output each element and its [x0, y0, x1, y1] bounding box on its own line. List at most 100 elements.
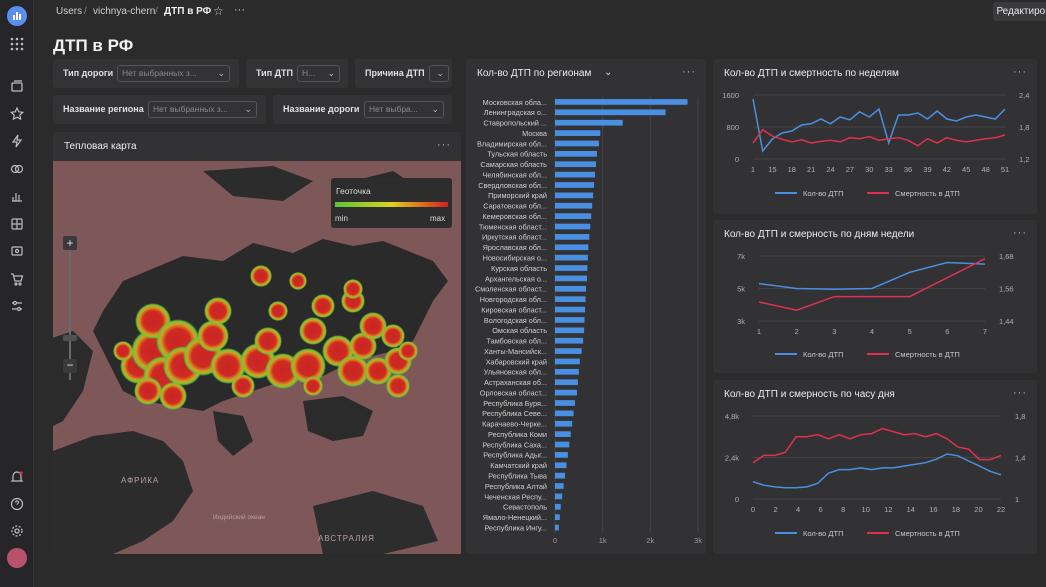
collections-icon[interactable] — [9, 80, 25, 96]
filter-label: Название региона — [63, 104, 144, 114]
category-label: Архангельская о... — [485, 274, 547, 283]
legend-gradient — [335, 202, 448, 207]
bar — [555, 296, 586, 303]
dashboards-icon[interactable] — [9, 217, 25, 233]
filter-label: Тип ДТП — [256, 68, 294, 78]
category-label: Республика Коми — [488, 430, 547, 439]
x-tick-label: 2 — [795, 327, 799, 336]
hours-line-chart: 0 2,4k 4,8k 1 1,4 1,8 0 2 4 6 8 10 12 14 16 18 20 22 Кол-в… — [725, 412, 1026, 538]
legend-label: Кол-во ДТП — [803, 189, 843, 198]
gear-icon[interactable] — [9, 524, 25, 540]
lightning-icon[interactable] — [9, 134, 25, 150]
bar — [555, 524, 559, 531]
filter-road-type: Тип дороги Нет выбранных з... ⌄ — [53, 59, 239, 88]
x-tick-label: 39 — [923, 165, 931, 174]
x-tick-label: 33 — [885, 165, 893, 174]
zoom-slider-handle[interactable] — [63, 335, 77, 341]
chevron-down-icon: ⌄ — [217, 68, 225, 78]
bar — [555, 202, 593, 209]
more-menu-icon[interactable]: ··· — [437, 139, 451, 151]
category-label: Московская обла... — [483, 98, 547, 107]
y-right-tick-label: 1 — [1015, 495, 1019, 504]
category-label: Приморский край — [488, 191, 547, 200]
bar — [555, 150, 597, 157]
zoom-out-button[interactable]: − — [63, 359, 77, 373]
bar — [555, 119, 623, 126]
filter-select[interactable]: Н... ⌄ — [297, 65, 340, 82]
filter-placeholder: Нет выбранных з... — [153, 104, 228, 114]
x-tick-label: 6 — [819, 505, 823, 514]
category-label: Вологодская обл... — [484, 316, 547, 325]
left-sidebar — [0, 0, 34, 587]
bar — [555, 140, 599, 147]
zoom-in-button[interactable]: + — [63, 236, 77, 250]
filter-select[interactable]: Нет выбранных з... ⌄ — [148, 101, 257, 118]
avatar[interactable] — [7, 548, 27, 568]
help-icon[interactable] — [9, 497, 25, 513]
filter-select[interactable]: ⌄ — [429, 65, 449, 82]
charts-icon[interactable] — [9, 189, 25, 205]
filter-select[interactable]: Нет выбра... ⌄ — [364, 101, 444, 118]
x-tick-label: 3k — [694, 536, 702, 545]
x-tick-label: 0 — [553, 536, 557, 545]
breadcrumb-users[interactable]: Users — [56, 6, 82, 17]
category-label: Кемеровская обл... — [482, 212, 547, 221]
regions-chart-panel: Кол-во ДТП по регионам ⌄ ··· 0 1k 2k 3k Моск… — [466, 59, 706, 554]
x-tick-label: 4 — [870, 327, 874, 336]
category-label: Смоленская област... — [475, 285, 547, 294]
category-label: Новосибирская о... — [483, 254, 547, 263]
chevron-down-icon: ⌄ — [244, 104, 252, 114]
x-tick-label: 51 — [1001, 165, 1009, 174]
datalens-logo-icon[interactable] — [7, 6, 27, 26]
bar — [555, 161, 596, 168]
x-tick-label: 5 — [908, 327, 912, 336]
bar — [555, 337, 584, 344]
category-label: Иркутская област... — [482, 233, 547, 242]
apps-grid-icon[interactable] — [9, 37, 25, 53]
notifications-bell-icon[interactable] — [9, 470, 25, 486]
bar — [555, 317, 585, 323]
map-label-indian-ocean: Индийский океан — [213, 513, 265, 521]
favorites-star-icon[interactable] — [9, 106, 25, 123]
datasets-icon[interactable] — [9, 244, 25, 260]
y-left-tick-label: 3k — [737, 317, 745, 326]
page-title: ДТП в РФ — [53, 36, 134, 55]
bar — [555, 285, 586, 292]
category-label: Курская область — [491, 264, 547, 273]
weeks-line-chart: 0 800 1600 1,2 1,8 2,4 1 15 18 21 24 27 30 33 36 39 42 45… — [722, 91, 1029, 198]
x-tick-label: 8 — [841, 505, 845, 514]
bar — [555, 130, 601, 136]
x-tick-label: 36 — [904, 165, 912, 174]
filter-select[interactable]: Нет выбранных з... ⌄ — [117, 65, 230, 82]
y-right-tick-label: 1,68 — [999, 252, 1014, 261]
x-tick-label: 12 — [884, 505, 892, 514]
series-line — [752, 128, 1006, 147]
more-menu-icon[interactable]: ··· — [234, 4, 245, 16]
cart-icon[interactable] — [9, 272, 25, 288]
x-tick-label: 14 — [907, 505, 915, 514]
category-label: Самарская область — [480, 160, 547, 169]
legend-title: Геоточка — [336, 186, 371, 196]
bar — [555, 420, 573, 427]
series-line — [758, 258, 986, 311]
category-label: Республика Севе... — [482, 409, 547, 418]
connections-icon[interactable] — [9, 162, 25, 178]
x-tick-label: 15 — [768, 165, 776, 174]
category-label: Свердловская обл... — [478, 181, 547, 190]
weekdays-chart-panel: Кол-во ДТП и смерность по дням недели ··… — [713, 220, 1037, 373]
favorite-star-icon[interactable]: ☆ — [213, 4, 224, 18]
bar — [555, 472, 566, 479]
bar — [555, 358, 580, 365]
x-tick-label: 2k — [646, 536, 654, 545]
legend-label: Кол-во ДТП — [803, 350, 843, 359]
settings-sliders-icon[interactable] — [9, 299, 25, 315]
category-label: Хабаровский край — [486, 357, 547, 366]
x-tick-label: 21 — [807, 165, 815, 174]
category-label: Тульская область — [487, 150, 547, 159]
edit-button[interactable]: Редактировать — [993, 2, 1046, 21]
y-right-tick-label: 1,44 — [999, 317, 1014, 326]
x-tick-label: 3 — [832, 327, 836, 336]
x-tick-label: 18 — [952, 505, 960, 514]
breadcrumb-folder[interactable]: vichnya-chern — [93, 6, 155, 17]
breadcrumb-current: ДТП в РФ — [164, 6, 212, 17]
